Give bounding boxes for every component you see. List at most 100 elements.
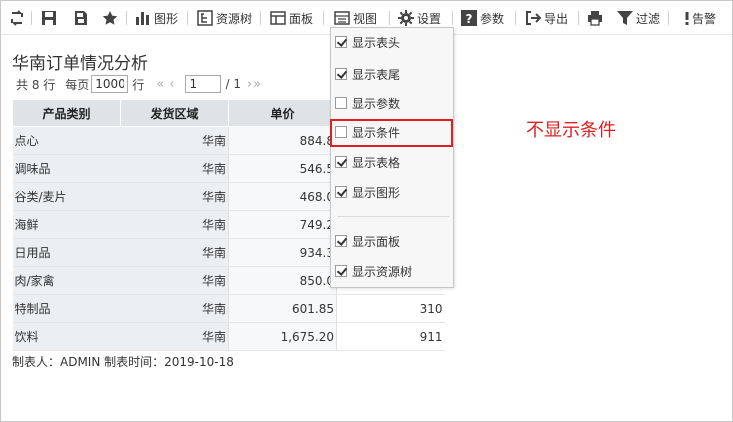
cell: 华南 [120, 182, 229, 211]
menu-item-show-params[interactable]: 显示参数 [331, 92, 453, 114]
checkbox-icon[interactable] [335, 68, 347, 80]
report-footer: 制表人：ADMIN 制表时间：2019-10-18 [12, 355, 234, 369]
menu-item-show-resource-tree[interactable]: 显示资源树 [331, 260, 453, 282]
menu-item-show-table[interactable]: 显示表格 [331, 151, 453, 173]
settings-label: 设置 [417, 11, 442, 26]
col-header[interactable]: 产品类别 [12, 99, 121, 127]
export-button[interactable]: 导出 [525, 8, 568, 28]
cell: 911 [336, 322, 445, 351]
col-header[interactable]: 发货区域 [120, 99, 229, 127]
prev-page-icon[interactable]: ‹ [169, 77, 174, 92]
menu-item-show-header[interactable]: 显示表头 [331, 31, 453, 53]
save-as-button[interactable] [73, 8, 92, 28]
highlight-box [330, 119, 453, 147]
view-label: 视图 [353, 11, 378, 26]
bar-chart-icon [135, 10, 151, 26]
help-icon: ? [461, 10, 477, 26]
menu-item-label: 显示面板 [352, 234, 401, 249]
annotation-label: 不显示条件 [526, 120, 616, 141]
save-as-icon [73, 10, 89, 26]
checkbox-icon[interactable] [335, 235, 347, 247]
col-header[interactable]: 单价 [228, 99, 337, 127]
checkbox-icon[interactable] [335, 97, 347, 109]
tree-icon [197, 10, 213, 26]
export-icon [525, 10, 541, 26]
print-button[interactable] [587, 8, 606, 28]
chart-button[interactable]: 图形 [135, 8, 178, 28]
cell: 谷类/麦片 [12, 182, 121, 211]
cell: 肉/家禽 [12, 266, 121, 295]
cell: 华南 [120, 294, 229, 323]
per-page-input[interactable] [91, 75, 129, 93]
export-label: 导出 [544, 11, 569, 26]
cell: 749.2 [228, 210, 337, 239]
menu-item-label: 显示表尾 [352, 67, 401, 82]
last-page-icon[interactable]: » [253, 77, 261, 92]
resource-tree-button[interactable]: 资源树 [197, 8, 252, 28]
total-rows: 共 8 行 [16, 77, 56, 92]
cell: 调味品 [12, 154, 121, 183]
cell: 1,675.20 [228, 322, 337, 351]
cell: 850.0 [228, 266, 337, 295]
cell: 601.85 [228, 294, 337, 323]
favorite-button[interactable] [102, 8, 121, 28]
params-label: 参数 [480, 11, 505, 26]
gear-icon [398, 10, 414, 26]
view-icon [334, 10, 350, 26]
refresh-button[interactable] [9, 8, 28, 28]
pager: 共 8 行 每页 行 « ‹ / 1 › » [16, 75, 261, 93]
menu-item-show-panel[interactable]: 显示面板 [331, 230, 453, 252]
filter-button[interactable]: 过滤 [617, 8, 660, 28]
panel-button[interactable]: 面板 [270, 8, 313, 28]
panel-icon [270, 10, 286, 26]
menu-item-label: 显示资源树 [352, 264, 413, 279]
cell: 华南 [120, 238, 229, 267]
cell: 华南 [120, 266, 229, 295]
svg-text:?: ? [466, 12, 473, 26]
report-title: 华南订单情况分析 [12, 54, 148, 74]
menu-item-label: 显示图形 [352, 185, 401, 200]
view-menu: 显示表头 显示表尾 显示参数 显示条件 显示表格 显示图形 显示面板 显示资源树 [330, 27, 454, 288]
page-input[interactable] [185, 75, 222, 93]
cell: 华南 [120, 154, 229, 183]
table-row: 特制品 华南 601.85 310 [12, 294, 445, 323]
resource-tree-label: 资源树 [216, 11, 253, 26]
view-button[interactable]: 视图 [334, 8, 377, 28]
cell: 华南 [120, 322, 229, 351]
refresh-icon [9, 10, 25, 26]
menu-item-label: 显示表格 [352, 155, 401, 170]
total-pages: / 1 [225, 77, 241, 91]
cell: 934.3 [228, 238, 337, 267]
panel-label: 面板 [289, 11, 314, 26]
alert-label: 告警 [692, 11, 717, 26]
checkbox-icon[interactable] [335, 265, 347, 277]
alert-icon [679, 10, 689, 26]
checkbox-icon[interactable] [335, 156, 347, 168]
cell: 546.5 [228, 154, 337, 183]
filter-label: 过滤 [636, 11, 661, 26]
menu-item-show-footer[interactable]: 显示表尾 [331, 63, 453, 85]
star-icon [102, 10, 118, 26]
save-button[interactable] [41, 8, 60, 28]
per-page-label: 每页 [65, 77, 90, 92]
menu-item-show-chart[interactable]: 显示图形 [331, 181, 453, 203]
menu-item-label: 显示参数 [352, 96, 401, 111]
cell: 468.0 [228, 182, 337, 211]
checkbox-icon[interactable] [335, 36, 347, 48]
cell: 海鲜 [12, 210, 121, 239]
rows-unit: 行 [132, 77, 145, 92]
cell: 华南 [120, 210, 229, 239]
next-page-icon[interactable]: › [247, 77, 252, 92]
checkbox-icon[interactable] [335, 186, 347, 198]
first-page-icon[interactable]: « [156, 77, 164, 92]
alert-button[interactable]: 告警 [679, 8, 716, 28]
params-button[interactable]: ? 参数 [461, 8, 504, 28]
cell: 特制品 [12, 294, 121, 323]
cell: 饮料 [12, 322, 121, 351]
table-row: 饮料 华南 1,675.20 911 [12, 322, 445, 351]
cell: 日用品 [12, 238, 121, 267]
save-icon [41, 10, 57, 26]
cell: 884.8 [228, 126, 337, 155]
menu-divider [337, 216, 449, 217]
settings-button[interactable]: 设置 [398, 8, 441, 28]
